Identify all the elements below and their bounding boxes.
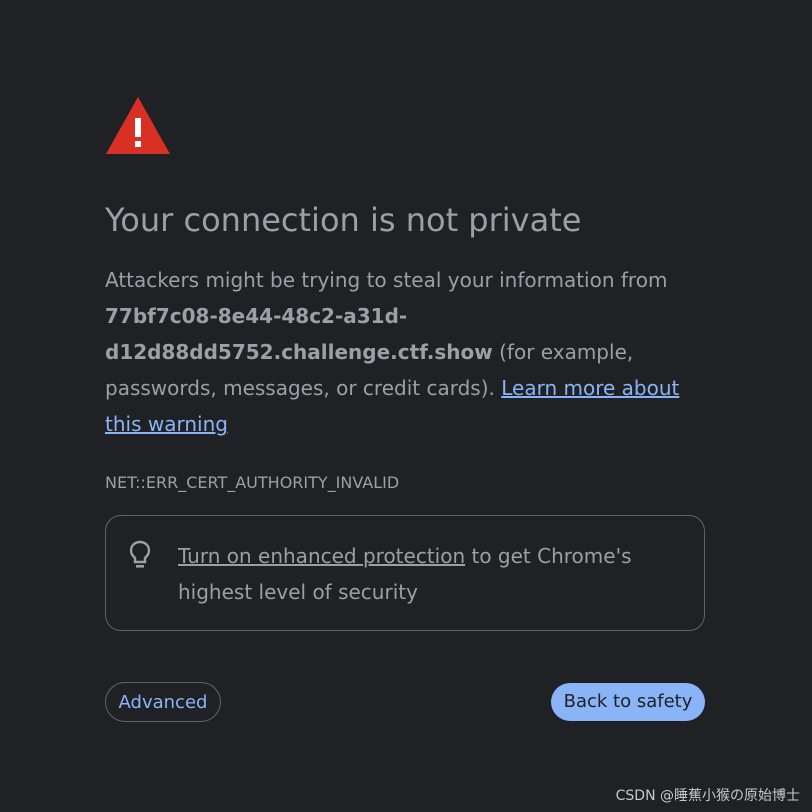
enhanced-protection-text: Turn on enhanced protection to get Chrom… bbox=[178, 538, 668, 610]
back-to-safety-button[interactable]: Back to safety bbox=[551, 683, 705, 721]
interstitial-page: Your connection is not private Attackers… bbox=[0, 0, 812, 812]
advanced-button[interactable]: Advanced bbox=[105, 682, 221, 722]
main-content: Your connection is not private Attackers… bbox=[105, 96, 705, 494]
warning-triangle-icon bbox=[106, 97, 170, 154]
lightbulb-icon bbox=[129, 540, 151, 568]
enhanced-protection-link[interactable]: Turn on enhanced protection bbox=[178, 544, 465, 568]
message-prefix: Attackers might be trying to steal your … bbox=[105, 268, 668, 292]
watermark: CSDN @睡蕉小猴の原始博士 bbox=[615, 788, 800, 804]
warning-message: Attackers might be trying to steal your … bbox=[105, 262, 705, 442]
enhanced-protection-box: Turn on enhanced protection to get Chrom… bbox=[105, 515, 705, 631]
error-code[interactable]: NET::ERR_CERT_AUTHORITY_INVALID bbox=[105, 472, 705, 494]
host-name: 77bf7c08-8e44-48c2-a31d-d12d88dd5752.cha… bbox=[105, 304, 493, 364]
page-title: Your connection is not private bbox=[105, 201, 582, 239]
